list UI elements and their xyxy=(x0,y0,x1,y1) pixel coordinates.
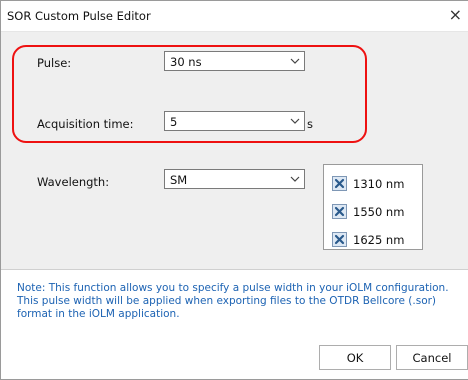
option-label: 1310 nm xyxy=(353,177,405,191)
option-label: 1625 nm xyxy=(353,233,405,247)
divider xyxy=(1,269,468,270)
checkmark-x-icon xyxy=(334,178,345,189)
dialog-title: SOR Custom Pulse Editor xyxy=(7,9,151,23)
wavelength-list: 1310 nm 1550 nm 1625 nm xyxy=(323,164,423,250)
dialog-window: SOR Custom Pulse Editor × Pulse: 30 ns A… xyxy=(0,0,468,380)
checkbox[interactable] xyxy=(332,232,347,247)
wavelength-select[interactable]: SM xyxy=(164,169,305,189)
ok-button[interactable]: OK xyxy=(319,345,391,370)
wavelength-value: SM xyxy=(170,173,188,187)
cancel-button[interactable]: Cancel xyxy=(396,345,468,370)
checkmark-x-icon xyxy=(334,206,345,217)
checkmark-x-icon xyxy=(334,234,345,245)
checkbox[interactable] xyxy=(332,204,347,219)
highlight-outline xyxy=(12,45,367,143)
close-icon[interactable]: × xyxy=(449,6,462,24)
title-bar: SOR Custom Pulse Editor × xyxy=(1,1,468,32)
option-label: 1550 nm xyxy=(353,205,405,219)
checkbox[interactable] xyxy=(332,176,347,191)
wavelength-label: Wavelength: xyxy=(37,175,110,189)
note-text: Note: This function allows you to specif… xyxy=(17,282,449,320)
chevron-down-icon xyxy=(290,176,300,182)
